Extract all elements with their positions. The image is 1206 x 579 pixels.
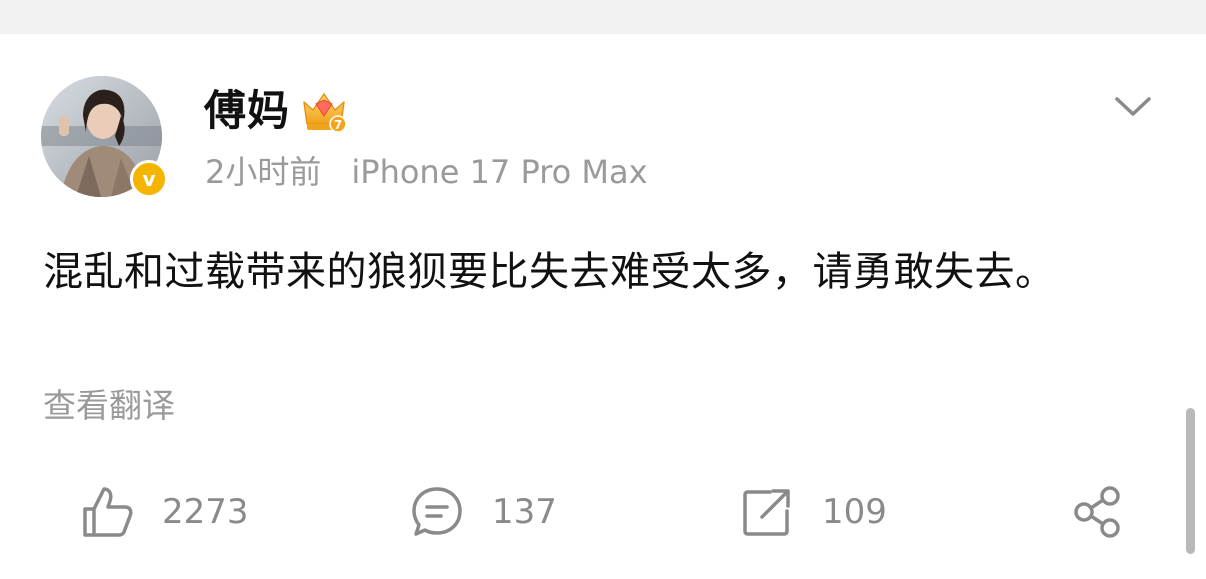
share-button[interactable] xyxy=(1070,482,1126,542)
crown-icon: 7 xyxy=(303,93,347,133)
post-device: iPhone 17 Pro Max xyxy=(351,153,648,191)
thumbs-up-icon xyxy=(83,487,133,537)
repost-button[interactable]: 109 xyxy=(740,482,887,542)
verified-mark: v xyxy=(142,167,156,191)
comment-bubble-icon xyxy=(412,487,462,536)
share-icon xyxy=(1074,486,1120,538)
comment-button[interactable]: 137 xyxy=(410,482,557,542)
post-time: 2小时前 xyxy=(205,153,322,191)
verified-badge: v xyxy=(130,160,168,198)
top-divider xyxy=(0,0,1206,34)
scrollbar[interactable] xyxy=(1186,408,1195,554)
chevron-down-icon[interactable] xyxy=(1113,94,1153,120)
like-count: 2273 xyxy=(162,492,249,532)
level-number: 7 xyxy=(334,118,342,132)
page: v 傅妈 7 2小时前 iPhone 17 Pro Max 混乱和过载带来的狼狈要… xyxy=(0,0,1206,579)
post-text: 混乱和过载带来的狼狈要比失去难受太多，请勇敢失去。 xyxy=(43,249,1056,295)
post-meta: 2小时前 iPhone 17 Pro Max xyxy=(205,152,648,192)
repost-icon xyxy=(743,489,790,536)
comment-count: 137 xyxy=(492,492,557,532)
like-button[interactable]: 2273 xyxy=(80,482,249,542)
username[interactable]: 傅妈 xyxy=(204,86,290,136)
view-translation-link[interactable]: 查看翻译 xyxy=(43,385,175,427)
repost-count: 109 xyxy=(822,492,887,532)
